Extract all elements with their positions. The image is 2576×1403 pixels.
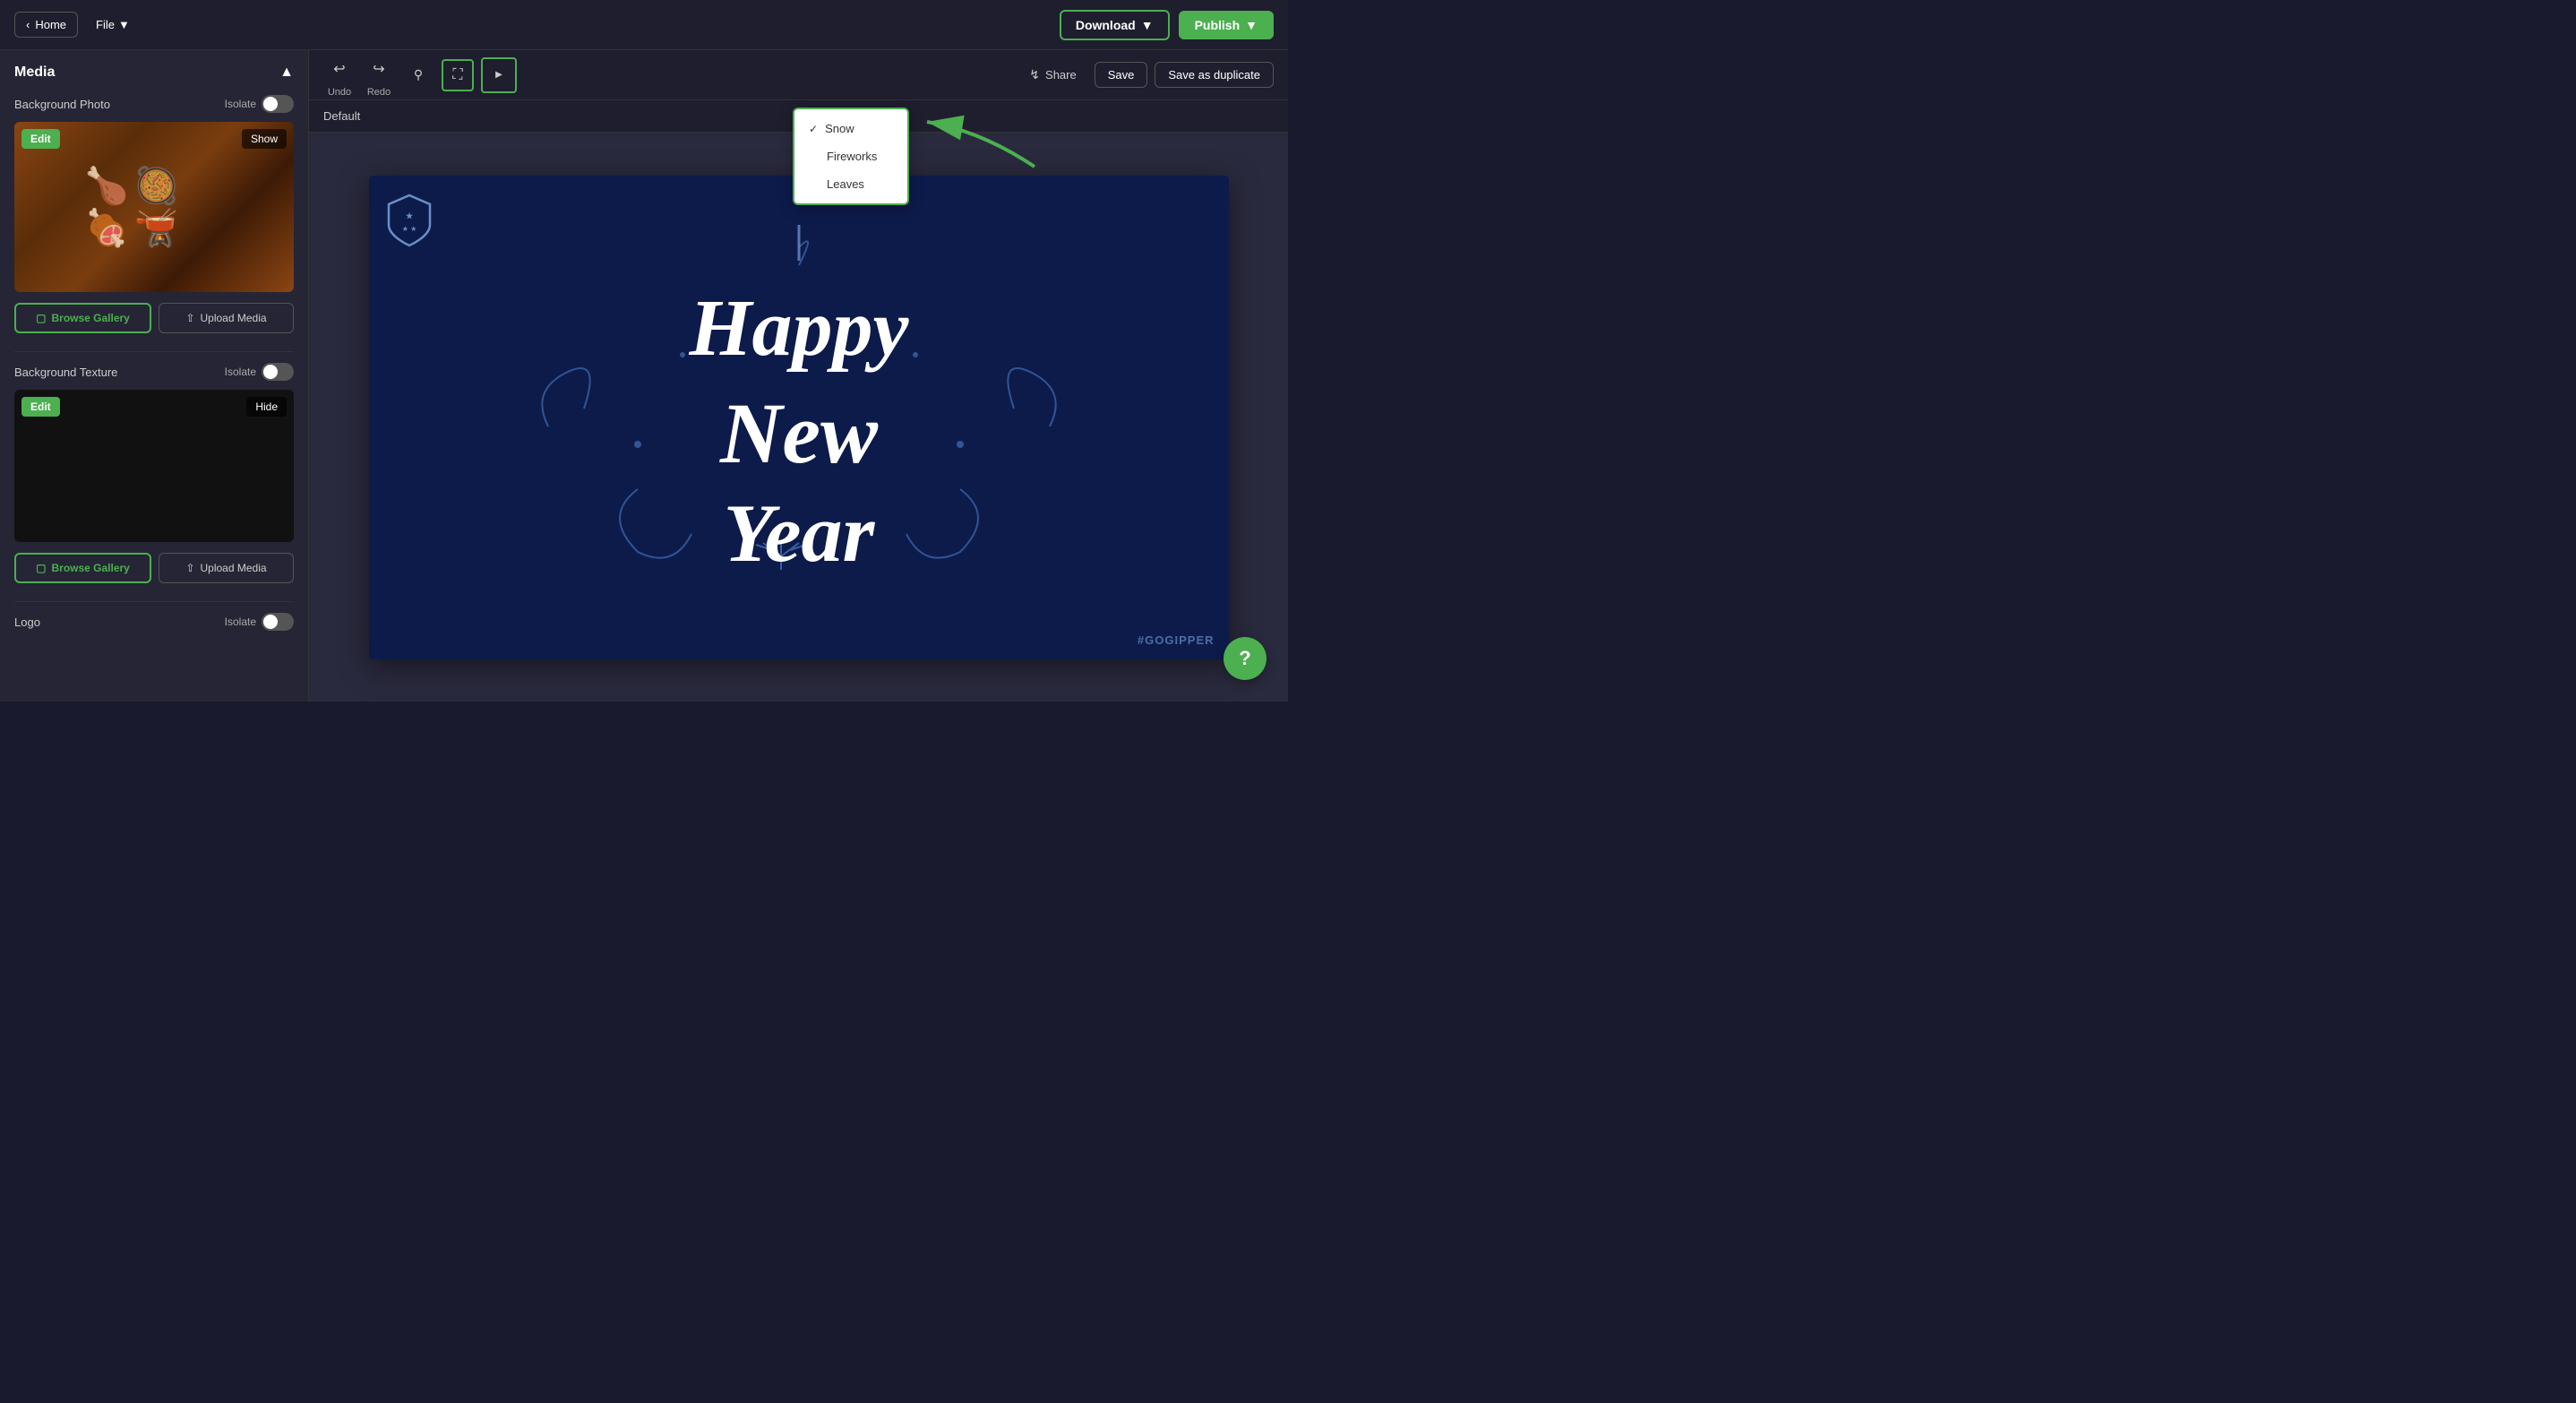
texture-preview: Edit Hide [14,390,294,542]
design-canvas: ★ ★ ★ [369,176,1229,659]
green-arrow-annotation [891,95,1052,180]
dropdown-snow-label: Snow [825,122,854,135]
sidebar-header: Media ▲ [14,65,294,81]
file-chevron-icon: ▼ [118,18,130,31]
background-photo-label: Background Photo [14,98,110,111]
watermark: #GOGIPPER [1138,633,1215,647]
home-label: Home [35,18,66,31]
toolbar: ↩ Undo ↪ Redo ⚲ ⛶ ▶ ↯ Share [309,50,1288,100]
photo-action-row: ▢ Browse Gallery ⇧ Upload Media [14,303,294,333]
top-bar-left: ‹ Home File ▼ [14,12,141,38]
top-bar: ‹ Home File ▼ Download ▼ Publish ▼ [0,0,1288,50]
browse-gallery-button-1[interactable]: ▢ Browse Gallery [14,303,151,333]
dropdown-fireworks-label: Fireworks [827,150,877,163]
show-photo-button[interactable]: Show [242,129,287,149]
default-label: Default [323,109,360,123]
logo-section-header: Logo Isolate [14,613,294,631]
upload-media-button-2[interactable]: ⇧ Upload Media [159,553,294,583]
logo-label: Logo [14,615,40,629]
top-bar-right: Download ▼ Publish ▼ [1060,10,1274,40]
save-button[interactable]: Save [1095,62,1148,88]
browse-gallery-label-2: Browse Gallery [51,562,129,574]
dropdown-leaves-label: Leaves [827,177,864,191]
publish-button[interactable]: Publish ▼ [1179,11,1274,39]
background-texture-label: Background Texture [14,366,117,379]
browse-gallery-button-2[interactable]: ▢ Browse Gallery [14,553,151,583]
snow-check-icon: ✓ [809,123,818,135]
divider-1 [14,351,294,352]
file-button[interactable]: File ▼ [85,13,141,37]
isolate-toggle-group-2: Isolate [225,363,294,381]
upload-icon-1: ⇧ [185,312,194,324]
undo-label: Undo [328,87,351,98]
redo-tool: ↪ Redo [363,53,395,98]
animation-dropdown-button[interactable]: ▶ [481,57,517,93]
save-label: Save [1108,68,1135,82]
background-photo-preview: Edit Show [14,122,294,292]
collapse-icon[interactable]: ▲ [279,65,294,81]
redo-label: Redo [367,87,391,98]
isolate-toggle-group-1: Isolate [225,95,294,113]
share-label: Share [1045,68,1077,82]
isolate-label-2: Isolate [225,366,256,378]
home-button[interactable]: ‹ Home [14,12,78,38]
download-chevron-icon: ▼ [1141,18,1154,32]
animation-dropdown-group: ▶ [481,57,517,93]
edit-photo-button[interactable]: Edit [21,129,60,149]
download-button[interactable]: Download ▼ [1060,10,1170,40]
help-button[interactable]: ? [1224,637,1267,680]
share-button[interactable]: ↯ Share [1018,62,1086,88]
isolate-toggle-1[interactable] [262,95,294,113]
home-arrow-icon: ‹ [26,18,30,31]
svg-text:Happy: Happy [688,284,909,373]
crop-button[interactable]: ⛶ [442,59,474,91]
toolbar-right: ↯ Share Save Save as duplicate [1018,62,1274,88]
download-label: Download [1076,18,1136,32]
save-duplicate-label: Save as duplicate [1168,68,1260,82]
isolate-label-3: Isolate [225,615,256,628]
canvas-content[interactable]: ★ ★ ★ [309,133,1288,702]
help-icon: ? [1239,647,1250,670]
isolate-toggle-3[interactable] [262,613,294,631]
gallery-icon-2: ▢ [36,562,46,574]
hide-texture-button[interactable]: Hide [246,397,287,417]
share-icon: ↯ [1029,67,1040,82]
publish-label: Publish [1195,18,1241,32]
svg-text:Year: Year [723,487,875,579]
play-icon: ▶ [495,70,502,80]
divider-2 [14,601,294,602]
upload-media-label-2: Upload Media [201,562,267,574]
svg-text:New: New [719,385,879,481]
edit-texture-button[interactable]: Edit [21,397,60,417]
texture-action-row: ▢ Browse Gallery ⇧ Upload Media [14,553,294,583]
redo-button[interactable]: ↪ [363,53,395,85]
background-photo-section-header: Background Photo Isolate [14,95,294,113]
upload-media-button-1[interactable]: ⇧ Upload Media [159,303,294,333]
sidebar: Media ▲ Background Photo Isolate Edit Sh… [0,50,309,702]
eyedropper-button[interactable]: ⚲ [402,59,434,91]
gallery-icon-1: ▢ [36,312,46,324]
upload-icon-2: ⇧ [185,562,194,574]
publish-chevron-icon: ▼ [1245,18,1258,32]
main-layout: Media ▲ Background Photo Isolate Edit Sh… [0,50,1288,702]
undo-tool: ↩ Undo [323,53,356,98]
isolate-toggle-2[interactable] [262,363,294,381]
file-label: File [96,18,115,31]
isolate-label-1: Isolate [225,98,256,110]
undo-button[interactable]: ↩ [323,53,356,85]
sidebar-title: Media [14,65,55,81]
isolate-toggle-group-3: Isolate [225,613,294,631]
save-duplicate-button[interactable]: Save as duplicate [1155,62,1274,88]
canvas-area: ↩ Undo ↪ Redo ⚲ ⛶ ▶ ↯ Share [309,50,1288,702]
upload-media-label-1: Upload Media [201,312,267,324]
background-texture-section-header: Background Texture Isolate [14,363,294,381]
browse-gallery-label-1: Browse Gallery [51,312,129,324]
